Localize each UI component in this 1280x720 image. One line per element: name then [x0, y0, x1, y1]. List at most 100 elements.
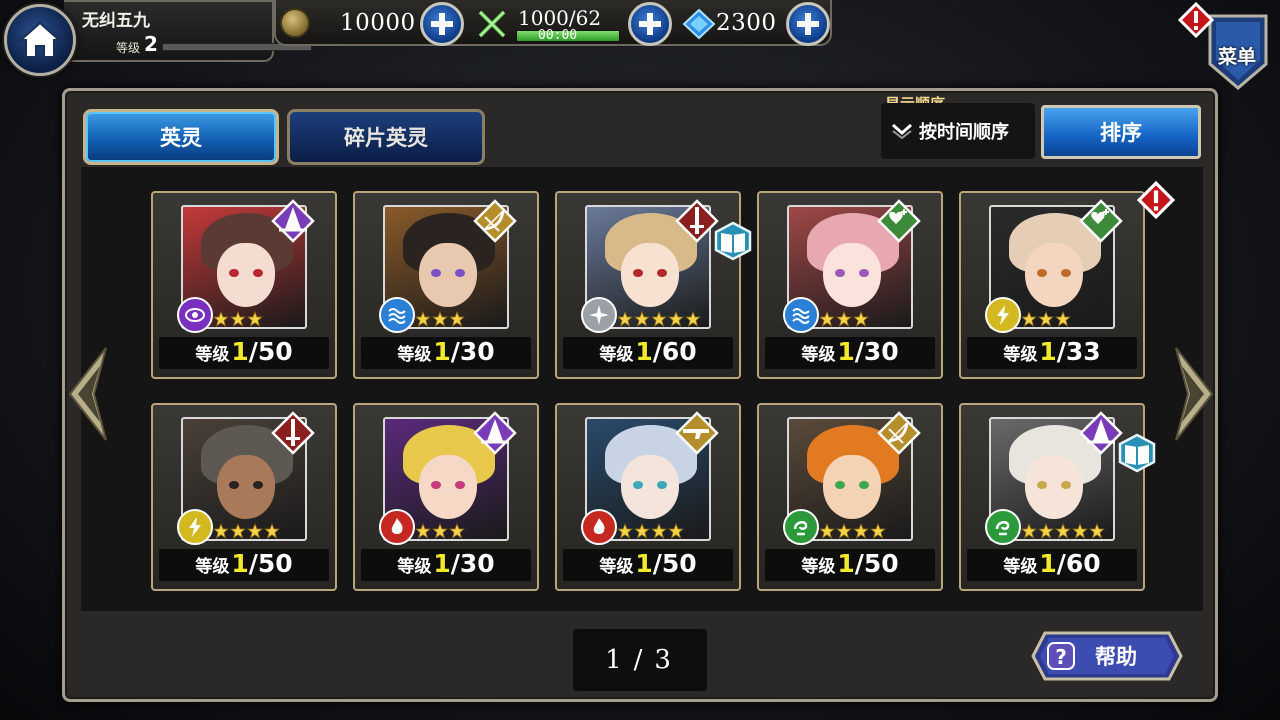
- rarity-stars: [819, 311, 869, 327]
- hero-card[interactable]: 等级 1/60: [555, 191, 752, 379]
- home-button[interactable]: [4, 4, 76, 76]
- gem-icon: [682, 8, 716, 40]
- rarity-stars: [617, 311, 701, 327]
- star-icon: [634, 523, 650, 539]
- star-icon: [617, 523, 633, 539]
- hero-level: 等级 1/50: [159, 549, 329, 581]
- plus-icon: [431, 13, 453, 35]
- hero-card[interactable]: 等级 1/30: [757, 191, 943, 379]
- tab-hero-shards[interactable]: 碎片英灵: [287, 109, 485, 165]
- crossed-swords-icon: [478, 10, 506, 38]
- star-icon: [1072, 523, 1088, 539]
- star-icon: [853, 523, 869, 539]
- star-icon: [230, 523, 246, 539]
- star-icon: [432, 523, 448, 539]
- page-separator: /: [633, 645, 647, 675]
- hero-level: 等级 1/50: [563, 549, 733, 581]
- hero-card[interactable]: 等级 1/50: [151, 403, 337, 591]
- hero-level-max: /50: [854, 549, 899, 578]
- hero-level-max: /60: [652, 337, 697, 366]
- tab-hero-shards-label: 碎片英灵: [344, 125, 428, 150]
- question-icon: ?: [1047, 642, 1075, 670]
- rarity-stars: [415, 311, 465, 327]
- add-coins-button[interactable]: [420, 2, 464, 46]
- thunder-element-icon: [985, 297, 1021, 333]
- next-page-arrow-icon[interactable]: [1170, 344, 1218, 444]
- bow-icon: [473, 199, 517, 243]
- star-icon: [819, 523, 835, 539]
- star-icon: [264, 523, 280, 539]
- hero-level-current: 1: [433, 337, 451, 366]
- sword-icon: [271, 411, 315, 455]
- hero-card[interactable]: 等级 1/50: [555, 403, 741, 591]
- hero-level: 等级 1/30: [361, 549, 531, 581]
- hero-level-max: /50: [248, 337, 293, 366]
- star-icon: [1021, 523, 1037, 539]
- hero-card[interactable]: 等级 1/33: [959, 181, 1175, 379]
- hero-level-current: 1: [635, 549, 653, 578]
- add-stamina-button[interactable]: [628, 2, 672, 46]
- stamina-amount: 1000/62: [518, 6, 602, 30]
- player-level-label: 等级: [116, 41, 141, 55]
- star-icon: [668, 523, 684, 539]
- pagination: 1 / 3: [573, 629, 707, 691]
- sort-order-dropdown[interactable]: 按时间顺序: [881, 103, 1035, 159]
- add-gems-button[interactable]: [786, 2, 830, 46]
- hero-card[interactable]: 等级 1/50: [151, 191, 337, 379]
- coin-icon: [280, 8, 310, 38]
- heal-icon: [877, 199, 921, 243]
- hero-level-max: /30: [450, 549, 495, 578]
- home-icon: [18, 21, 62, 58]
- hero-level: 等级 1/50: [765, 549, 935, 581]
- hero-card[interactable]: 等级 1/60: [959, 403, 1156, 591]
- hero-level: 等级 1/33: [967, 337, 1137, 369]
- hero-card[interactable]: 等级 1/50: [757, 403, 943, 591]
- rarity-stars: [819, 523, 886, 539]
- alert-icon: [1178, 2, 1214, 38]
- hero-level: 等级 1/30: [361, 337, 531, 369]
- hero-grid: 等级 1/50 等级 1/30 等级 1/60 等级 1/30 等级 1/33 等级 1/50 等级 1/…: [81, 167, 1203, 611]
- star-icon: [1055, 523, 1071, 539]
- hero-card[interactable]: 等级 1/30: [353, 191, 539, 379]
- player-info-panel: 无纠五九 等级 2: [64, 0, 312, 62]
- book-icon: [1118, 433, 1156, 473]
- page-current: 1: [605, 645, 626, 675]
- hero-level-current: 1: [1039, 337, 1057, 366]
- hero-level: 等级 1/30: [765, 337, 935, 369]
- menu-label: 菜单: [1218, 46, 1257, 68]
- help-label: 帮助: [1095, 644, 1137, 669]
- star-icon: [836, 311, 852, 327]
- hero-level-max: /50: [652, 549, 697, 578]
- sort-button[interactable]: 排序: [1041, 105, 1201, 159]
- prev-page-arrow-icon[interactable]: [64, 344, 112, 444]
- tab-heroes-label: 英灵: [160, 125, 202, 150]
- hero-level-current: 1: [1039, 549, 1057, 578]
- star-icon: [836, 523, 852, 539]
- star-icon: [1055, 311, 1071, 327]
- star-icon: [1089, 523, 1105, 539]
- hero-level-current: 1: [231, 337, 249, 366]
- page-total: 3: [654, 645, 675, 675]
- hero-level: 等级 1/60: [967, 549, 1137, 581]
- alert-icon: [1137, 181, 1175, 219]
- star-icon: [1021, 311, 1037, 327]
- sort-order-value: 按时间顺序: [919, 122, 1009, 143]
- star-icon: [651, 311, 667, 327]
- plus-icon: [797, 13, 819, 35]
- hero-card[interactable]: 等级 1/30: [353, 403, 539, 591]
- hero-level-label: 等级: [599, 557, 634, 577]
- hero-level-current: 1: [231, 549, 249, 578]
- star-icon: [617, 311, 633, 327]
- menu-button[interactable]: 菜单: [1178, 2, 1276, 92]
- tab-heroes[interactable]: 英灵: [83, 109, 279, 165]
- star-icon: [230, 311, 246, 327]
- star-icon: [1038, 523, 1054, 539]
- hero-level-current: 1: [837, 337, 855, 366]
- star-icon: [819, 311, 835, 327]
- hero-level-label: 等级: [1003, 557, 1038, 577]
- hero-level-label: 等级: [1003, 345, 1038, 365]
- help-button[interactable]: ? 帮助: [1031, 631, 1183, 681]
- hero-level-label: 等级: [801, 345, 836, 365]
- hero-level-label: 等级: [195, 345, 230, 365]
- hero-level: 等级 1/60: [563, 337, 733, 369]
